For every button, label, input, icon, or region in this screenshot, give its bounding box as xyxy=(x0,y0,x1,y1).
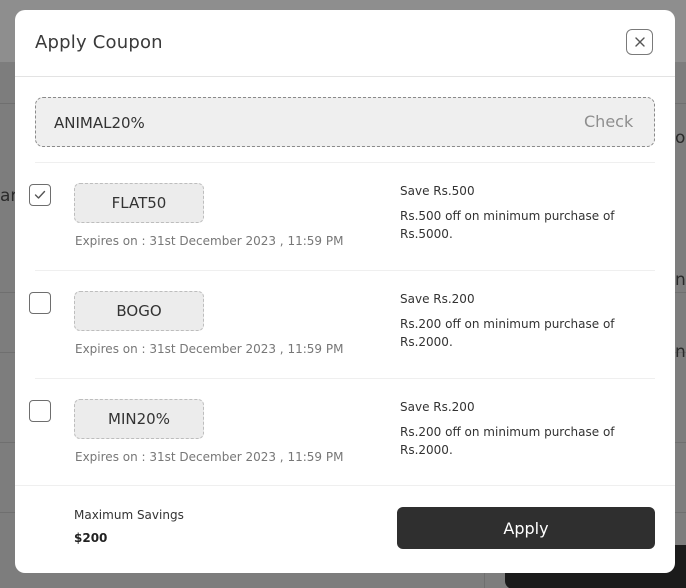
coupon-save-title: Save Rs.200 xyxy=(400,400,475,414)
coupon-expiry: Expires on : 31st December 2023 , 11:59 … xyxy=(75,342,344,356)
coupon-expiry: Expires on : 31st December 2023 , 11:59 … xyxy=(75,450,344,464)
close-button[interactable] xyxy=(626,29,653,55)
coupon-code-chip[interactable]: BOGO xyxy=(74,291,204,331)
apply-coupon-modal: Apply Coupon Check FLAT50 Expires on : 3… xyxy=(15,10,675,573)
coupon-item: BOGO Expires on : 31st December 2023 , 1… xyxy=(29,270,655,378)
coupon-save-title: Save Rs.200 xyxy=(400,292,475,306)
coupon-save-description: Rs.500 off on minimum purchase of Rs.500… xyxy=(400,209,615,241)
coupon-code-input[interactable] xyxy=(54,111,474,135)
coupon-code-chip[interactable]: FLAT50 xyxy=(74,183,204,223)
checkmark-icon xyxy=(34,190,46,199)
modal-title: Apply Coupon xyxy=(35,32,163,53)
coupon-list: FLAT50 Expires on : 31st December 2023 ,… xyxy=(29,162,655,486)
max-savings-label: Maximum Savings xyxy=(74,508,184,522)
coupon-save-description: Rs.200 off on minimum purchase of Rs.200… xyxy=(400,317,615,349)
modal-footer: Maximum Savings $200 Apply xyxy=(15,485,675,573)
coupon-save-title: Save Rs.500 xyxy=(400,184,475,198)
background-text: nt xyxy=(675,342,686,362)
coupon-expiry: Expires on : 31st December 2023 , 11:59 … xyxy=(75,234,344,248)
apply-button[interactable]: Apply xyxy=(397,507,655,549)
coupon-item: MIN20% Expires on : 31st December 2023 ,… xyxy=(29,378,655,486)
coupon-save-description: Rs.200 off on minimum purchase of Rs.200… xyxy=(400,425,615,457)
background-text: oo xyxy=(675,128,686,148)
coupon-item: FLAT50 Expires on : 31st December 2023 ,… xyxy=(29,162,655,270)
coupon-code-chip[interactable]: MIN20% xyxy=(74,399,204,439)
coupon-input-box: Check xyxy=(35,97,655,147)
background-text: ar xyxy=(0,186,15,206)
coupon-checkbox-checked[interactable] xyxy=(29,184,51,206)
max-savings-value: $200 xyxy=(74,531,108,545)
coupon-checkbox[interactable] xyxy=(29,400,51,422)
close-icon xyxy=(634,37,645,47)
background-text: ns xyxy=(675,270,686,290)
coupon-checkbox[interactable] xyxy=(29,292,51,314)
modal-header: Apply Coupon xyxy=(15,10,675,77)
check-button[interactable]: Check xyxy=(584,112,633,131)
